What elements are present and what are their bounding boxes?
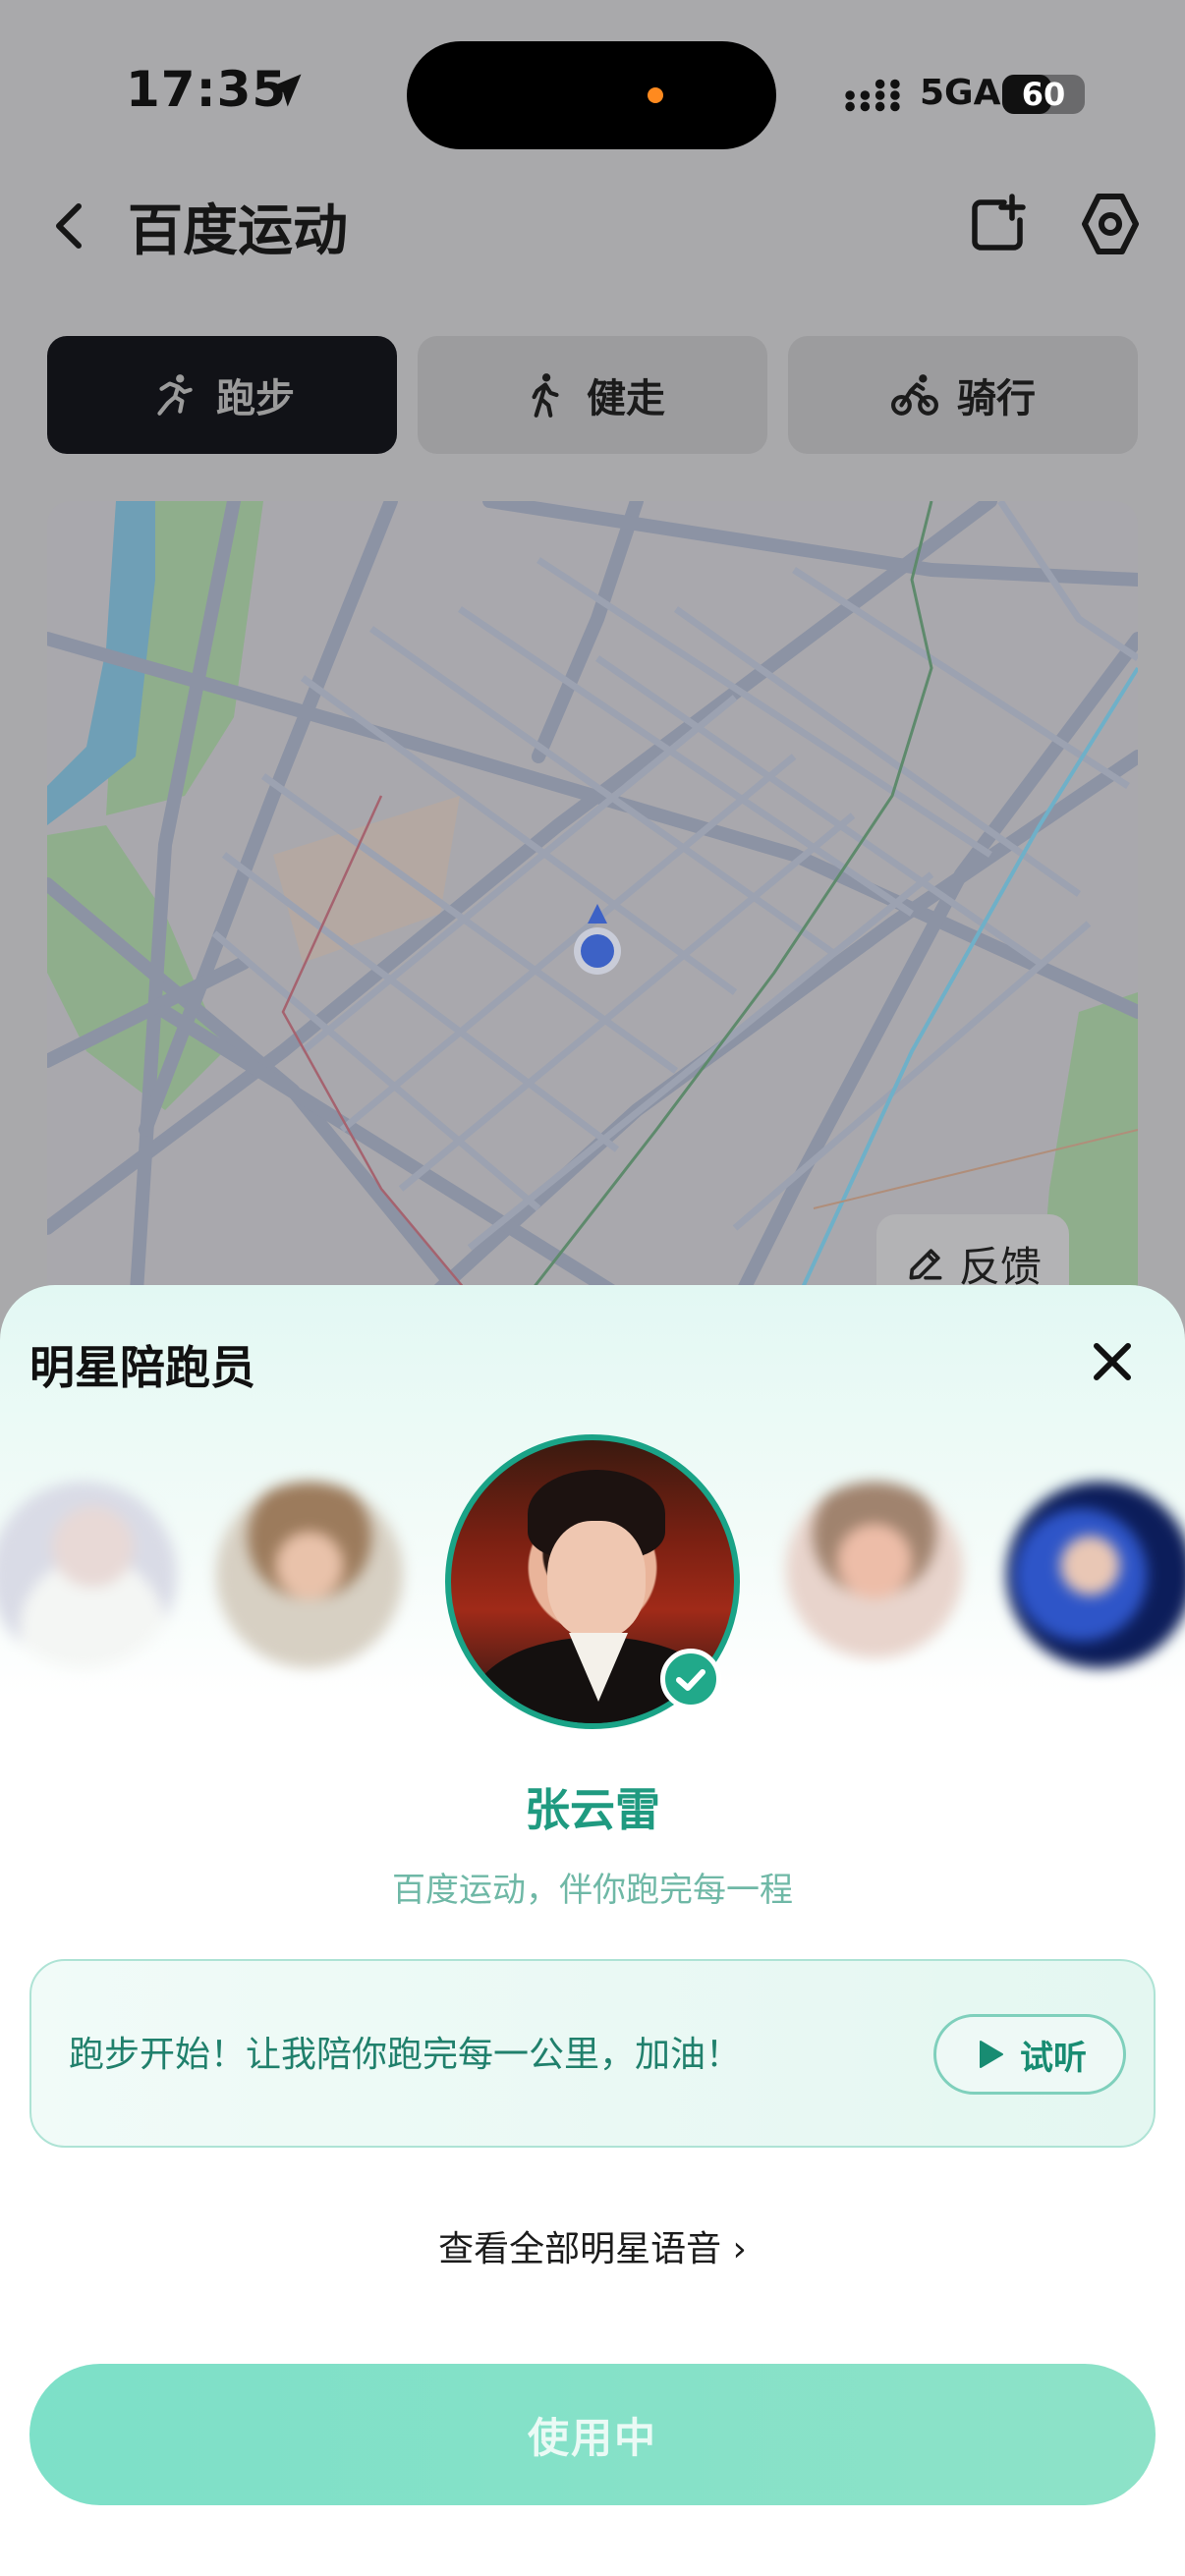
star-name: 张云雷 [525, 1783, 660, 1836]
share-button[interactable] [959, 185, 1038, 263]
share-export-icon [972, 194, 1026, 251]
tab-label: 跑步 [216, 376, 295, 421]
signal-strength-icon [845, 79, 900, 112]
close-icon [1094, 1343, 1131, 1380]
sheet-title: 明星陪跑员 [29, 1341, 255, 1394]
current-location-marker [574, 904, 621, 975]
pencil-icon [909, 1249, 942, 1280]
running-icon [157, 374, 193, 416]
settings-button[interactable] [1071, 185, 1150, 263]
preview-listen-button[interactable]: 试听 [933, 2014, 1126, 2095]
network-type: 5GA [920, 73, 1001, 113]
back-button[interactable] [39, 187, 108, 265]
cycling-icon [891, 374, 938, 416]
location-arrow-icon [268, 74, 302, 107]
tab-cycling[interactable]: 骑行 [788, 336, 1138, 454]
route-map[interactable] [47, 501, 1138, 1307]
dynamic-island [407, 41, 776, 149]
sport-type-tabs: 跑步 健走 骑行 [47, 336, 1138, 454]
recording-indicator-dot [648, 87, 663, 103]
tab-running[interactable]: 跑步 [47, 336, 397, 454]
walking-icon [532, 373, 559, 418]
battery-icon: 60 [1002, 75, 1085, 114]
star-subtitle: 百度运动，伴你跑完每一程 [392, 1871, 793, 1910]
status-bar: 17:35 5GA 60 [0, 0, 1185, 187]
tab-label: 健走 [587, 376, 665, 421]
tab-walking[interactable]: 健走 [418, 336, 767, 454]
in-use-button[interactable]: 使用中 [29, 2364, 1156, 2505]
listen-label: 试听 [1020, 2038, 1087, 2078]
star-avatar-option[interactable] [786, 1482, 963, 1658]
checkmark-icon [676, 1669, 705, 1691]
star-avatar-option[interactable] [216, 1482, 403, 1668]
chevron-left-icon [56, 203, 82, 249]
voice-quote: 跑步开始！让我陪你跑完每一公里，加油！ [69, 2035, 742, 2075]
view-all-star-voices-link[interactable]: 查看全部明星语音 › [0, 2220, 1185, 2271]
star-avatar-option[interactable] [1006, 1482, 1185, 1668]
selected-check-badge [660, 1649, 721, 1709]
in-use-label: 使用中 [527, 2413, 657, 2462]
tab-label: 骑行 [957, 376, 1036, 421]
star-avatar-option[interactable] [0, 1482, 177, 1668]
close-button[interactable] [1081, 1330, 1144, 1393]
page-title: 百度运动 [128, 199, 348, 263]
play-icon [980, 2041, 1003, 2068]
battery-level: 60 [1021, 76, 1066, 113]
star-companion-sheet: 明星陪跑员 张云雷 百度运动，伴你跑完每一程 跑步开始！让我陪你跑完每一公里，加… [0, 1285, 1185, 2576]
hexagon-gear-icon [1082, 194, 1139, 254]
voice-preview-card: 跑步开始！让我陪你跑完每一公里，加油！ 试听 [29, 1959, 1156, 2148]
